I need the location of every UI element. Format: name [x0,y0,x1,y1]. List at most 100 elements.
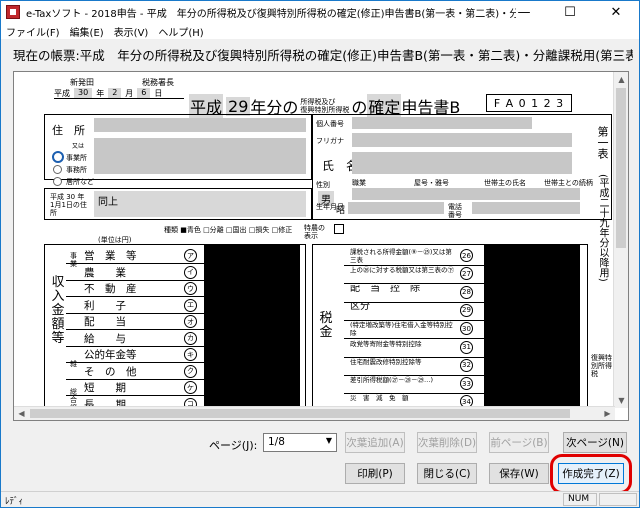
print-button[interactable]: 印刷(P) [345,463,405,484]
income-row-number: オ [184,315,197,328]
tax-row-label: 配 当 控 除 [350,284,420,293]
income-row-number: カ [184,331,197,345]
address-field[interactable] [94,138,306,174]
date-year-field[interactable]: 30 [74,88,93,98]
scroll-right-icon[interactable]: ▶ [600,407,615,420]
income-row-label: 農 業 [84,266,126,279]
furigana-field[interactable] [352,133,572,147]
income-row-label: 給 与 [84,332,126,345]
form-code-box: F A 0 1 2 3 [486,94,572,112]
title-bar: e-Taxソフト - 2018申告 - 平成 年分の所得税及び復興特別所得税の確… [1,1,639,23]
postal-code-field[interactable] [94,118,306,132]
tax-row-label: 課税される所得金額(⑨－㉕)又は第三表 [350,248,452,264]
jan1-address-field[interactable]: 同上 [94,191,306,217]
tax-row-label: (特定増改築等)住宅借入金等特別控除 [350,321,453,338]
scroll-down-icon[interactable]: ▼ [614,393,628,408]
income-row-number: エ [184,298,197,312]
name-field[interactable] [352,152,572,174]
tax-row-label: 政党等寄附金等特別控除 [350,339,422,348]
tax-row-label: 区分 [350,302,370,311]
horizontal-scroll-thumb[interactable] [30,409,570,418]
status-bar: ﾚﾃﾞｨ NUM [1,491,639,507]
current-form-label: 現在の帳票:平成 年分の所得税及び復興特別所得税の確定(修正)申告書B(第一表・… [13,48,633,63]
vertical-scroll-thumb[interactable] [616,88,626,248]
chevron-down-icon: ▼ [325,436,332,445]
date-month-field[interactable]: 2 [108,88,122,98]
vertical-scrollbar[interactable]: ▲ ▼ [613,72,628,408]
tax-row-number: 33 [460,377,473,391]
income-row-label: そ の 他 [84,365,137,378]
tax-amounts-redacted [484,244,580,408]
delete-next-sheet-button[interactable]: 次葉削除(D) [417,432,477,453]
income-section-label: 収入金額等 [51,275,65,346]
title-year-field[interactable]: 29 [226,96,251,116]
tax-row-label: 上の㉖に対する税額又は第三表の㊦ [350,266,454,275]
birthdate-field[interactable] [348,202,444,214]
save-button[interactable]: 保存(W) [489,463,549,484]
type-checkboxes[interactable]: 種類 ■青色 □分離 □国出 □損失 □修正 [164,226,292,234]
radio-jigyousho[interactable] [52,151,64,163]
window-title: e-Taxソフト - 2018申告 - 平成 年分の所得税及び復興特別所得税の確… [26,8,516,20]
income-row-number: ケ [184,381,197,394]
personal-number-field[interactable] [352,117,532,129]
tax-row-number: 29 [460,303,473,317]
income-row-number: ク [184,364,197,378]
date-day-field[interactable]: 6 [137,88,151,98]
close-button[interactable]: 閉じる(C) [417,463,477,484]
radio-kyosho[interactable] [53,177,62,186]
income-row-label: 公的年金等 [84,349,137,361]
tokunou-checkbox[interactable] [334,224,344,234]
tax-row-number: 28 [460,285,473,299]
add-next-sheet-button[interactable]: 次葉追加(A) [345,432,405,453]
income-row-label: 短 期 [84,382,126,394]
income-row-number: イ [184,265,197,279]
tax-row-label: 災 害 減 免 額 [350,394,409,403]
tax-row-number: 32 [460,358,473,372]
tax-row-label: 差引所得税額(㉗－㉘－㉙…) [350,376,434,385]
income-row-label: 営 業 等 [84,250,137,262]
occupation-row-field[interactable] [352,188,580,200]
income-row-label: 利 子 [84,299,126,312]
side-title-2: (平成二十九年分以降用) [597,174,608,282]
radio-jimusho[interactable] [53,165,62,174]
tax-row-number: 31 [460,340,473,354]
income-row-label: 不 動 産 [84,283,137,295]
tax-row-number: 26 [460,249,473,262]
income-row-number: ア [184,249,197,262]
etax-app-icon [6,5,20,19]
submission-date: 平成 30 年 2 月 6 日 [54,88,184,99]
close-window-button[interactable]: ✕ [593,1,639,23]
complete-button[interactable]: 作成完了(Z) [558,463,624,484]
tax-office-name: 新発田 [70,78,94,87]
phone-field[interactable] [472,202,580,214]
side-small-text: 復興特別所得税 [591,354,612,378]
menu-file[interactable]: ファイル(F) [1,24,65,39]
income-row-label: 配 当 [84,316,126,328]
page-label: ページ(J): [209,439,258,452]
status-num: NUM [563,493,597,506]
form-viewer[interactable]: 新発田 税務署長 平成 30 年 2 月 6 日 平成 29 年分の 所得税及び… [13,71,629,421]
horizontal-scrollbar[interactable]: ◀ ▶ [14,406,615,420]
next-page-button[interactable]: 次ページ(N) [563,432,627,453]
tax-office-suffix: 税務署長 [142,78,174,87]
menu-help[interactable]: ヘルプ(H) [153,24,208,39]
income-row-number: キ [184,348,197,361]
tax-row-label: 住宅耐震改修特別控除等 [350,357,422,366]
status-ready: ﾚﾃﾞｨ [5,497,24,507]
page-select[interactable]: 1/8 ▼ [263,433,337,452]
maximize-button[interactable]: ☐ [547,1,593,23]
income-amounts-redacted [204,244,300,408]
status-cell [599,493,637,506]
menu-view[interactable]: 表示(V) [109,24,154,39]
tax-form-page: 新発田 税務署長 平成 30 年 2 月 6 日 平成 29 年分の 所得税及び… [14,72,615,408]
scroll-up-icon[interactable]: ▲ [614,72,628,87]
menu-edit[interactable]: 編集(E) [65,24,109,39]
scroll-left-icon[interactable]: ◀ [14,407,29,420]
side-title-1: 第一表 [596,126,609,159]
tax-section-label: 税金 [319,311,333,340]
prev-page-button[interactable]: 前ページ(B) [489,432,549,453]
minimize-button[interactable]: — [501,1,547,23]
app-window: e-Taxソフト - 2018申告 - 平成 年分の所得税及び復興特別所得税の確… [0,0,640,508]
income-row-number: ウ [184,282,197,295]
menu-bar: ファイル(F) 編集(E) 表示(V) ヘルプ(H) [1,23,639,39]
